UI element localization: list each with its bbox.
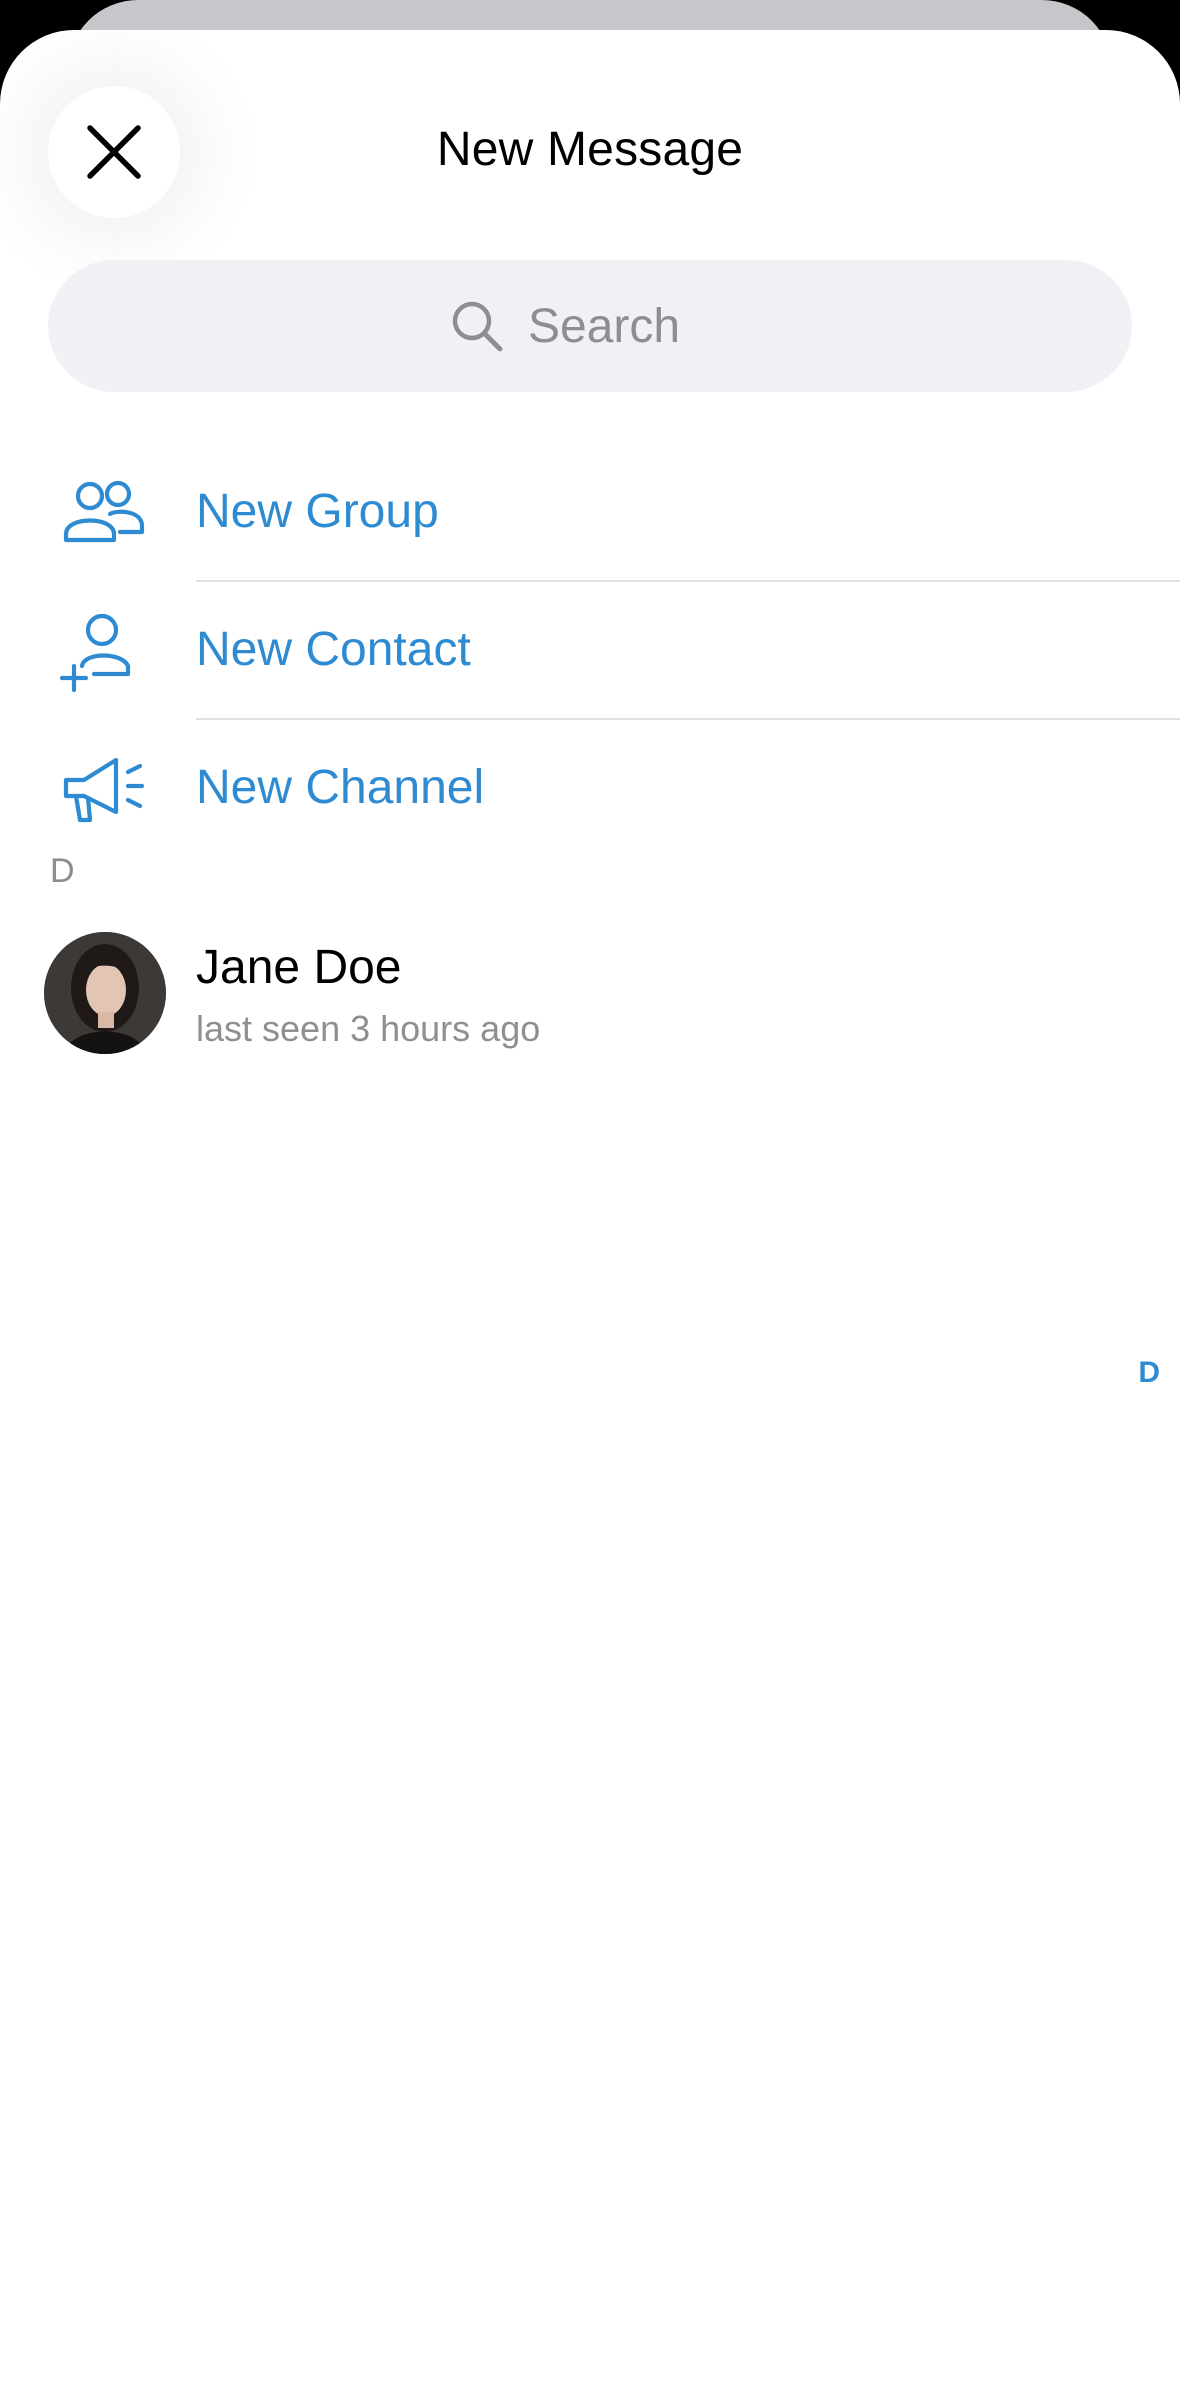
megaphone-icon bbox=[63, 757, 145, 823]
contact-last-name: Doe bbox=[313, 941, 402, 994]
add-contact-icon bbox=[59, 613, 131, 693]
new-message-sheet: New Message New Group bbox=[0, 30, 1180, 2396]
contact-status: last seen 3 hours ago bbox=[196, 1008, 541, 1049]
search-icon bbox=[452, 301, 503, 352]
contact-name: Jane Doe bbox=[196, 940, 402, 995]
group-icon bbox=[63, 480, 145, 543]
new-channel-label: New Channel bbox=[196, 761, 485, 814]
new-channel-button[interactable]: New Channel bbox=[0, 720, 1180, 858]
section-index-letter[interactable]: D bbox=[1138, 1356, 1160, 1390]
new-contact-button[interactable]: New Contact bbox=[0, 582, 1180, 720]
page-title: New Message bbox=[436, 123, 744, 176]
new-group-button[interactable]: New Group bbox=[0, 444, 1180, 582]
new-contact-label: New Contact bbox=[196, 623, 471, 676]
avatar bbox=[44, 932, 166, 1054]
search-input[interactable] bbox=[526, 297, 730, 355]
contact-first-name: Jane bbox=[196, 941, 301, 994]
section-header: D bbox=[50, 852, 75, 890]
contact-row[interactable]: Jane Doe last seen 3 hours ago bbox=[0, 932, 1180, 1082]
new-group-label: New Group bbox=[196, 485, 439, 538]
search-bar[interactable] bbox=[48, 260, 1132, 392]
